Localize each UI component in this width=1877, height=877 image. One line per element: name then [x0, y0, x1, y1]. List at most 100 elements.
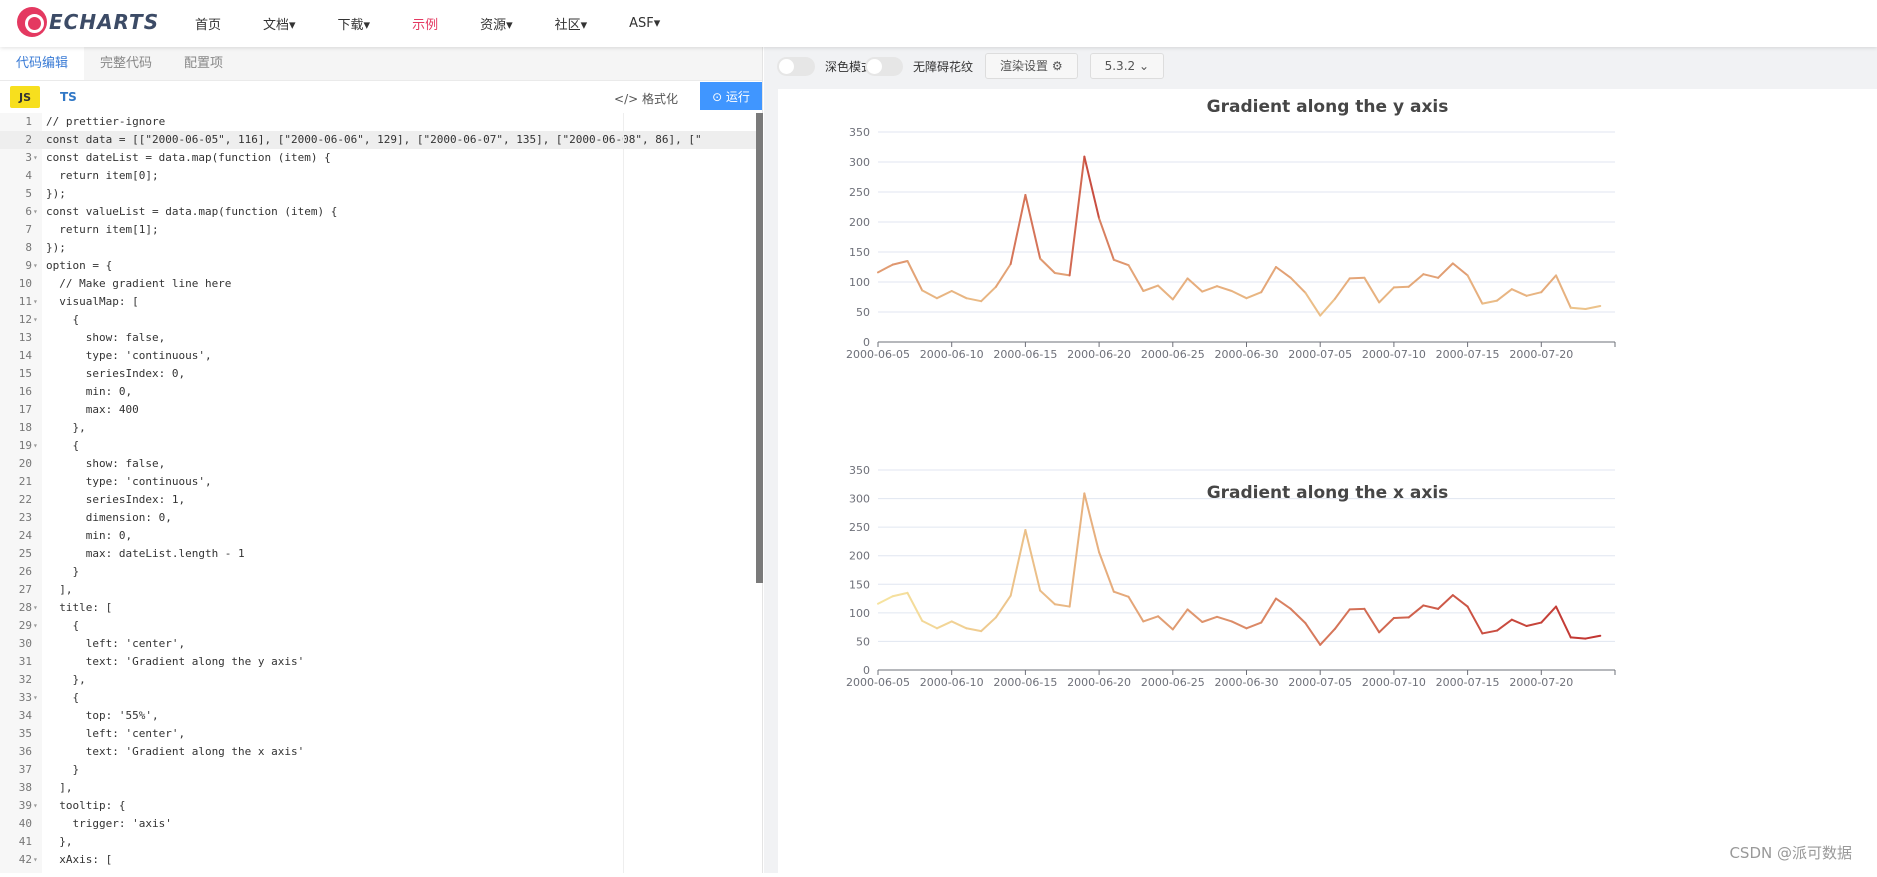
code-line[interactable]: 21 type: 'continuous', [0, 473, 763, 491]
code-line[interactable]: 28 ▾ title: [ [0, 599, 763, 617]
code-text: tooltip: { [46, 799, 126, 812]
fold-icon[interactable]: ▾ [33, 293, 38, 311]
series-segment [1068, 492, 1086, 608]
code-line[interactable]: 2 const data = [["2000-06-05", 116], ["20… [0, 131, 763, 149]
series-segment [1481, 629, 1499, 635]
code-line[interactable]: 16 min: 0, [0, 383, 763, 401]
code-line[interactable]: 6 ▾ const valueList = data.map(function (i… [0, 203, 763, 221]
code-text: { [46, 691, 80, 704]
code-line[interactable]: 25 max: dateList.length - 1 [0, 545, 763, 563]
x-tick-label: 2000-06-20 [1067, 676, 1131, 689]
code-area[interactable]: 1 // prettier-ignore 2 const data = [["2000… [0, 113, 763, 873]
code-line[interactable]: 29 ▾ { [0, 617, 763, 635]
y-tick-label: 250 [849, 186, 870, 199]
series-segment [1422, 604, 1440, 610]
code-line[interactable]: 34 top: '55%', [0, 707, 763, 725]
x-tick-label: 2000-07-20 [1509, 676, 1573, 689]
nav-home[interactable]: 首页 [195, 14, 221, 33]
code-line[interactable]: 5}); [0, 185, 763, 203]
fold-icon[interactable]: ▾ [33, 599, 38, 617]
code-line[interactable]: 12 ▾ { [0, 311, 763, 329]
code-line[interactable]: 39 ▾ tooltip: { [0, 797, 763, 815]
nav-asf[interactable]: ASF▾ [629, 16, 660, 31]
code-line[interactable]: 35 left: 'center', [0, 725, 763, 743]
code-line[interactable]: 8}); [0, 239, 763, 257]
code-line[interactable]: 9 ▾ option = { [0, 257, 763, 275]
decal-toggle[interactable] [865, 56, 904, 76]
line-number: 27 [18, 583, 32, 596]
tab-full-code[interactable]: 完整代码 [84, 47, 168, 80]
version-select[interactable]: 5.3.2 ⌄ [1089, 53, 1165, 79]
y-tick-label: 150 [849, 246, 870, 259]
code-line[interactable]: 37 } [0, 761, 763, 779]
code-line[interactable]: 19 ▾ { [0, 437, 763, 455]
lang-js-button[interactable]: JS [10, 86, 40, 108]
editor-scrollbar[interactable] [756, 113, 763, 583]
fold-icon[interactable]: ▾ [33, 149, 38, 167]
code-line[interactable]: 22 seriesIndex: 1, [0, 491, 763, 509]
code-line[interactable]: 36 text: 'Gradient along the x axis' [0, 743, 763, 761]
code-line[interactable]: 26 } [0, 563, 763, 581]
x-tick-label: 2000-07-20 [1509, 348, 1573, 361]
code-line[interactable]: 33 ▾ { [0, 689, 763, 707]
nav-resources[interactable]: 资源▾ [480, 14, 513, 33]
line-number: 19 [18, 439, 32, 452]
code-line[interactable]: 17 max: 400 [0, 401, 763, 419]
fold-icon[interactable]: ▾ [33, 311, 38, 329]
code-text: show: false, [46, 457, 166, 470]
tab-code-edit[interactable]: 代码编辑 [0, 47, 85, 80]
nav-community[interactable]: 社区▾ [555, 14, 588, 33]
code-line[interactable]: 4 return item[0]; [0, 167, 763, 185]
code-line[interactable]: 38 ], [0, 779, 763, 797]
code-line[interactable]: 15 seriesIndex: 0, [0, 365, 763, 383]
series-segment [1201, 285, 1219, 293]
series-segment [1024, 529, 1042, 592]
preview-panel: 深色模式 无障碍花纹 渲染设置 ⚙ 5.3.2 ⌄ Gradient along… [764, 47, 1877, 873]
code-line[interactable]: 7 return item[1]; [0, 221, 763, 239]
code-line[interactable]: 27 ], [0, 581, 763, 599]
render-settings-button[interactable]: 渲染设置 ⚙ [985, 53, 1078, 79]
tab-options[interactable]: 配置项 [168, 47, 239, 80]
nav-examples[interactable]: 示例 [412, 14, 438, 33]
fold-icon[interactable]: ▾ [33, 617, 38, 635]
fold-icon[interactable]: ▾ [33, 797, 38, 815]
code-line[interactable]: 3 ▾ const dateList = data.map(function (it… [0, 149, 763, 167]
code-line[interactable]: 13 show: false, [0, 329, 763, 347]
series-segment [1112, 590, 1130, 598]
fold-icon[interactable]: ▾ [33, 437, 38, 455]
code-line[interactable]: 30 left: 'center', [0, 635, 763, 653]
chart-canvas: Gradient along the y axis Gradient along… [778, 89, 1877, 873]
fold-icon[interactable]: ▾ [33, 257, 38, 275]
series-segment [1525, 621, 1543, 627]
line-number: 32 [18, 673, 32, 686]
format-button[interactable]: </> 格式化 [614, 90, 678, 107]
code-text: dimension: 0, [46, 511, 172, 524]
dark-mode-toggle[interactable] [777, 56, 815, 76]
code-text: trigger: 'axis' [46, 817, 172, 830]
code-line[interactable]: 20 show: false, [0, 455, 763, 473]
code-text: min: 0, [46, 529, 133, 542]
code-line[interactable]: 1 // prettier-ignore [0, 113, 763, 131]
code-line[interactable]: 14 type: 'continuous', [0, 347, 763, 365]
code-line[interactable]: 32 }, [0, 671, 763, 689]
y-tick-label: 50 [856, 306, 870, 319]
code-line[interactable]: 11 ▾ visualMap: [ [0, 293, 763, 311]
nav-download[interactable]: 下载▾ [338, 14, 371, 33]
code-line[interactable]: 40 trigger: 'axis' [0, 815, 763, 833]
code-line[interactable]: 23 dimension: 0, [0, 509, 763, 527]
run-button[interactable]: ⊙ 运行 [700, 82, 762, 110]
code-line[interactable]: 24 min: 0, [0, 527, 763, 545]
fold-icon[interactable]: ▾ [33, 203, 38, 221]
code-text: const dateList = data.map(function (item… [46, 151, 331, 164]
fold-icon[interactable]: ▾ [33, 689, 38, 707]
code-line[interactable]: 42 ▾ xAxis: [ [0, 851, 763, 869]
code-line[interactable]: 18 }, [0, 419, 763, 437]
fold-icon[interactable]: ▾ [33, 851, 38, 869]
code-line[interactable]: 31 text: 'Gradient along the y axis' [0, 653, 763, 671]
nav-docs[interactable]: 文档▾ [263, 14, 296, 33]
echarts-logo[interactable]: ECHARTS [17, 7, 159, 37]
lang-ts-button[interactable]: TS [60, 90, 77, 104]
code-line[interactable]: 41 }, [0, 833, 763, 851]
code-line[interactable]: 10 // Make gradient line here [0, 275, 763, 293]
line-number: 29 [18, 619, 32, 632]
